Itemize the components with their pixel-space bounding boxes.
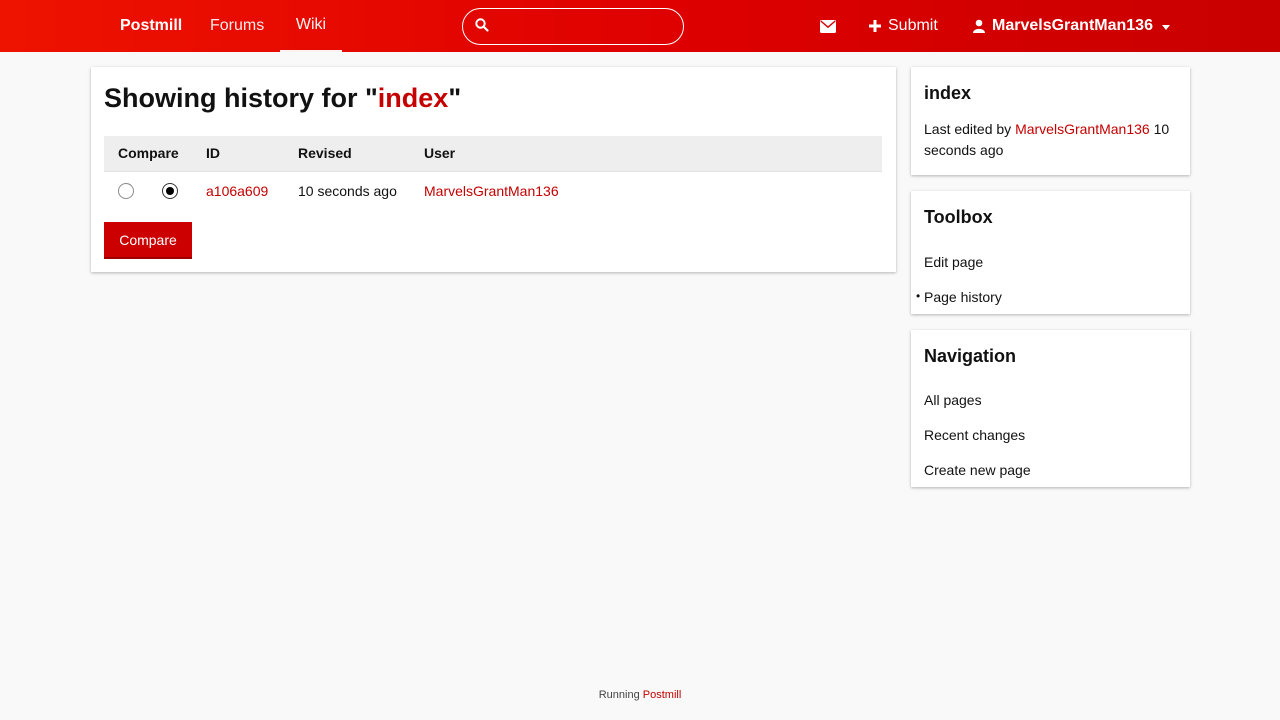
all-pages-link[interactable]: All pages xyxy=(924,392,982,408)
history-card: Showing history for "index" Compare ID R… xyxy=(91,67,896,272)
edit-page-link[interactable]: Edit page xyxy=(924,254,983,270)
nav-wiki[interactable]: Wiki xyxy=(280,0,342,52)
revision-id-link[interactable]: a106a609 xyxy=(206,172,268,210)
nav-forums[interactable]: Forums xyxy=(210,0,264,52)
table-row: a106a609 10 seconds ago MarvelsGrantMan1… xyxy=(104,171,882,209)
column-revised: Revised xyxy=(298,145,352,161)
last-edited-text: Last edited by MarvelsGrantMan136 10 sec… xyxy=(924,119,1179,161)
footer-prefix: Running xyxy=(598,689,643,701)
revision-time: 10 seconds ago xyxy=(298,183,397,199)
column-user: User xyxy=(424,145,456,161)
recent-changes-link[interactable]: Recent changes xyxy=(924,427,1025,443)
top-navigation-bar: Postmill Forums Wiki Submit MarvelsGrant… xyxy=(0,0,1280,52)
compare-from-radio[interactable] xyxy=(118,183,134,199)
user-icon xyxy=(973,19,985,33)
username-label: MarvelsGrantMan136 xyxy=(992,17,1153,34)
compare-to-radio[interactable] xyxy=(162,183,178,199)
submit-label: Submit xyxy=(888,17,938,34)
bullet-icon: • xyxy=(916,289,921,303)
page-title: Showing history for "index" xyxy=(104,83,461,114)
toolbox-box: Toolbox Edit page • Page history xyxy=(911,191,1190,314)
user-menu[interactable]: MarvelsGrantMan136 xyxy=(973,0,1170,52)
last-edited-user-link[interactable]: MarvelsGrantMan136 xyxy=(1015,121,1150,137)
chevron-down-icon xyxy=(1161,24,1170,30)
navigation-title: Navigation xyxy=(924,346,1017,366)
navigation-box: Navigation All pages Recent changes Crea… xyxy=(911,330,1190,487)
compare-button[interactable]: Compare xyxy=(104,222,192,259)
title-suffix: " xyxy=(448,83,462,113)
title-page-link[interactable]: index xyxy=(378,83,449,113)
envelope-icon xyxy=(820,19,836,33)
column-id: ID xyxy=(206,145,220,161)
search-input[interactable] xyxy=(495,11,675,42)
plus-icon xyxy=(869,20,881,32)
brand-link[interactable]: Postmill xyxy=(120,0,182,52)
footer-postmill-link[interactable]: Postmill xyxy=(643,689,682,701)
toolbox-title: Toolbox xyxy=(924,207,993,227)
table-header: Compare ID Revised User xyxy=(104,136,882,171)
page-info-box: index Last edited by MarvelsGrantMan136 … xyxy=(911,67,1190,175)
revision-user-link[interactable]: MarvelsGrantMan136 xyxy=(424,172,559,210)
messages-link[interactable] xyxy=(820,0,836,52)
page-history-label: Page history xyxy=(924,289,1002,305)
column-compare: Compare xyxy=(118,145,179,161)
title-prefix: Showing history for " xyxy=(104,83,378,113)
footer: Running Postmill xyxy=(0,689,1280,701)
submit-link[interactable]: Submit xyxy=(869,0,938,52)
search-box[interactable] xyxy=(462,8,684,45)
page-history-link[interactable]: • Page history xyxy=(916,289,1002,305)
last-edited-prefix: Last edited by xyxy=(924,121,1016,137)
search-icon xyxy=(475,18,489,32)
page-info-title: index xyxy=(924,83,972,103)
create-new-page-link[interactable]: Create new page xyxy=(924,462,1031,478)
